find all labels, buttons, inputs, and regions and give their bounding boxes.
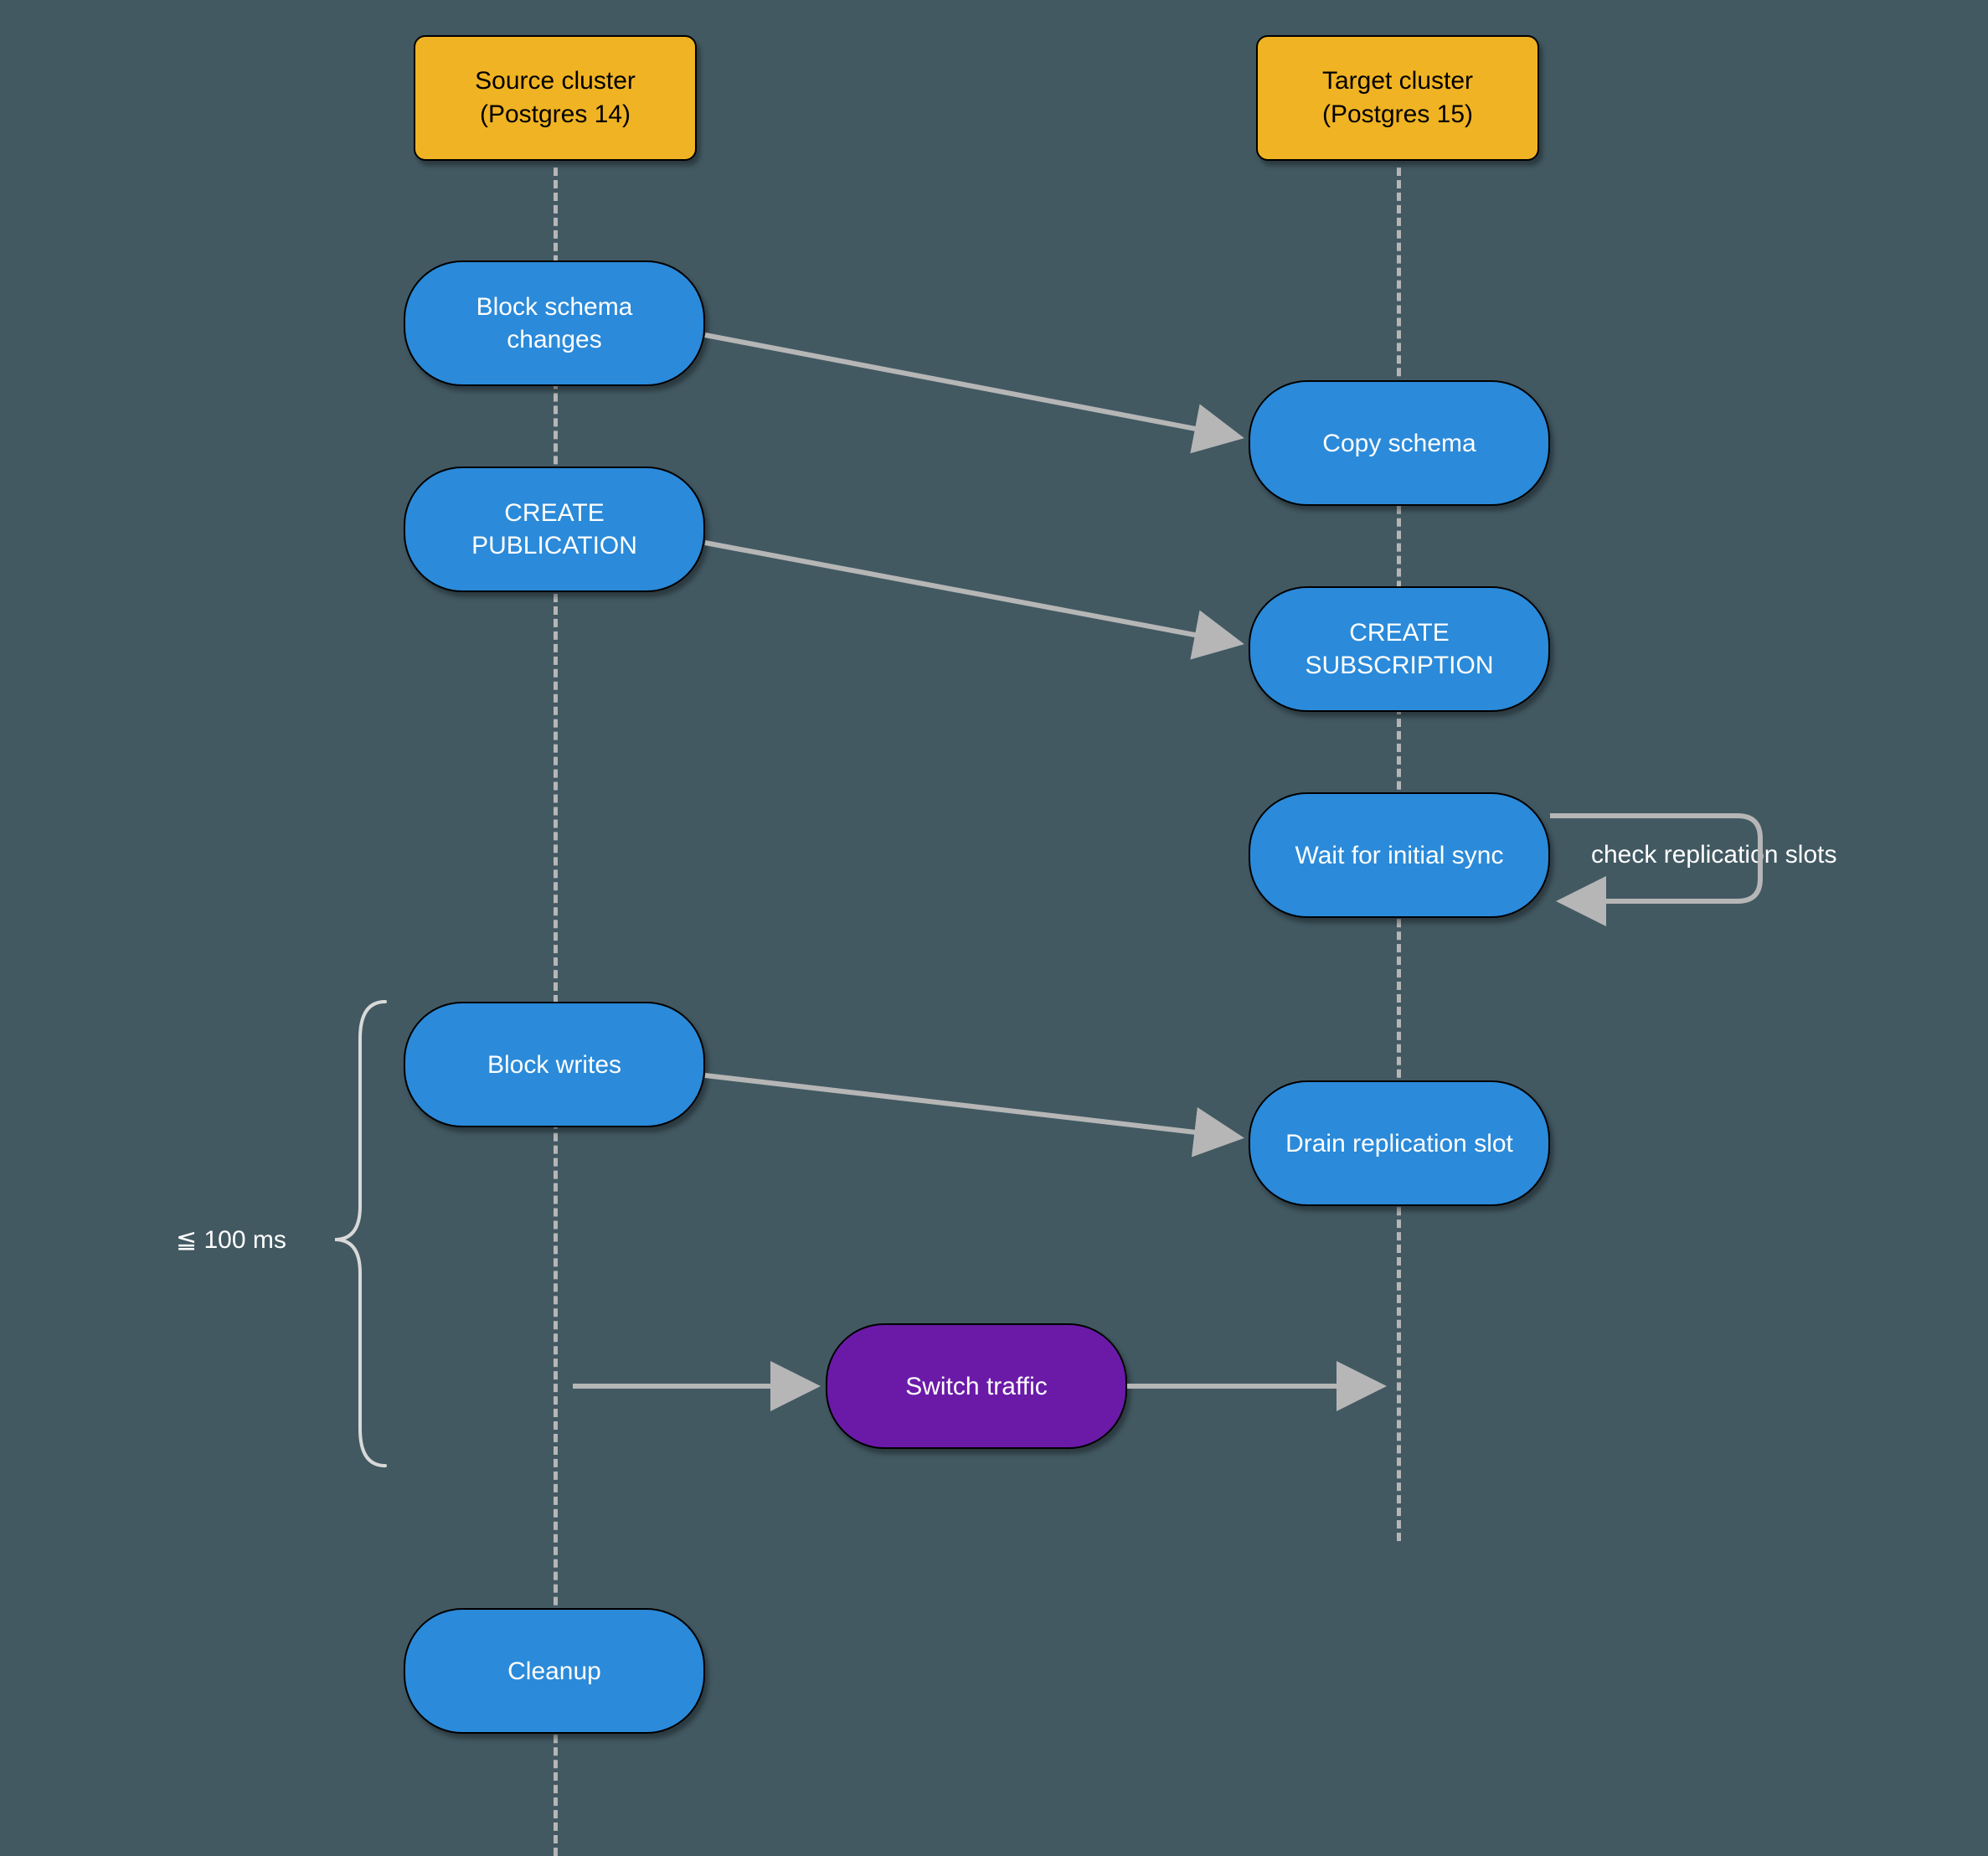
wait-sync-text: Wait for initial sync xyxy=(1295,839,1504,872)
arrows-overlay xyxy=(0,0,1988,1856)
drain-text: Drain replication slot xyxy=(1285,1127,1513,1160)
create-pub-line1: CREATE xyxy=(504,497,604,529)
switch-traffic-node: Switch traffic xyxy=(826,1323,1127,1449)
timing-brace xyxy=(335,1002,385,1466)
switch-traffic-text: Switch traffic xyxy=(905,1370,1048,1403)
block-writes-node: Block writes xyxy=(404,1002,705,1127)
create-pub-line2: PUBLICATION xyxy=(471,529,637,562)
cleanup-node: Cleanup xyxy=(404,1608,705,1734)
block-schema-node: Block schema changes xyxy=(404,260,705,386)
arrow-schema xyxy=(705,335,1239,437)
create-sub-line1: CREATE xyxy=(1349,616,1449,649)
block-writes-text: Block writes xyxy=(487,1049,621,1081)
check-slots-label: check replication slots xyxy=(1591,841,1836,869)
target-header-line2: (Postgres 15) xyxy=(1322,98,1473,132)
create-sub-node: CREATE SUBSCRIPTION xyxy=(1249,586,1550,712)
target-header: Target cluster (Postgres 15) xyxy=(1256,35,1539,161)
block-schema-line1: Block schema xyxy=(476,291,633,323)
cleanup-text: Cleanup xyxy=(507,1655,601,1688)
create-sub-line2: SUBSCRIPTION xyxy=(1305,649,1493,682)
create-pub-node: CREATE PUBLICATION xyxy=(404,467,705,592)
timing-label: ≦ 100 ms xyxy=(176,1225,286,1255)
source-header-line2: (Postgres 14) xyxy=(480,98,631,132)
source-header-line1: Source cluster xyxy=(475,64,636,99)
copy-schema-text: Copy schema xyxy=(1322,427,1476,460)
copy-schema-node: Copy schema xyxy=(1249,380,1550,506)
target-header-line1: Target cluster xyxy=(1322,64,1473,99)
arrow-drain xyxy=(705,1075,1239,1137)
source-header: Source cluster (Postgres 14) xyxy=(414,35,697,161)
drain-node: Drain replication slot xyxy=(1249,1080,1550,1206)
wait-sync-node: Wait for initial sync xyxy=(1249,792,1550,918)
arrow-pubsub xyxy=(705,543,1239,643)
block-schema-line2: changes xyxy=(507,323,601,356)
